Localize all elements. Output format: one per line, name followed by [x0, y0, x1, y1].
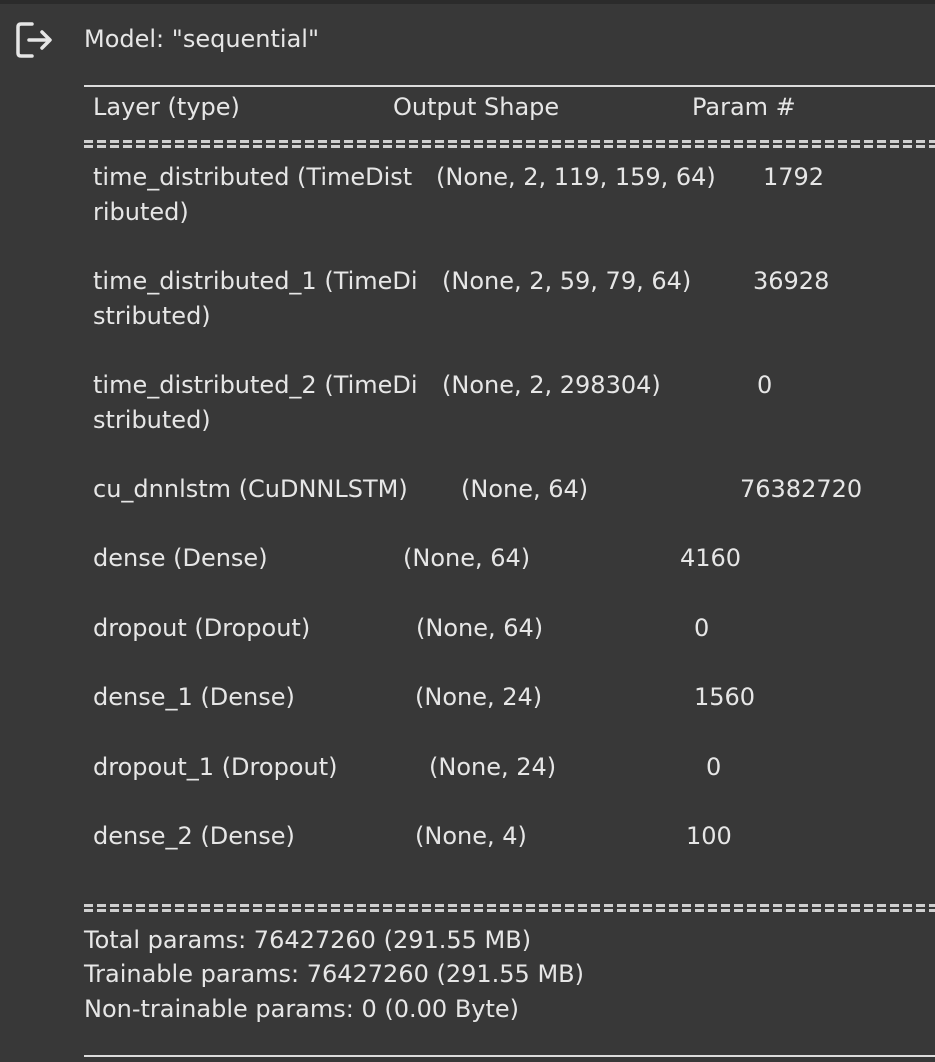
table-row-output-shape: (None, 4) — [415, 822, 527, 850]
table-row-layer: dropout_1 (Dropout) — [93, 753, 338, 781]
table-row-output-shape: (None, 2, 119, 159, 64) — [436, 163, 716, 191]
table-row-param-count: 100 — [686, 822, 732, 850]
table-row-layer: dense_1 (Dense) — [93, 683, 295, 711]
trainable-params: Trainable params: 76427260 (291.55 MB) — [84, 960, 584, 988]
column-header-output-shape: Output Shape — [393, 93, 560, 121]
column-header-param-count: Param # — [692, 93, 796, 121]
table-row-layer-wrap: stributed) — [93, 302, 211, 330]
header-double-rule — [84, 140, 935, 148]
table-row-param-count: 0 — [694, 614, 710, 642]
table-row-param-count: 76382720 — [740, 475, 863, 503]
table-row-param-count: 0 — [706, 753, 722, 781]
table-row-output-shape: (None, 24) — [429, 753, 557, 781]
table-row-output-shape: (None, 64) — [461, 475, 589, 503]
table-row-output-shape: (None, 64) — [416, 614, 544, 642]
table-row-layer: cu_dnnlstm (CuDNNLSTM) — [93, 475, 408, 503]
table-row-layer-wrap: ributed) — [93, 198, 189, 226]
header-top-rule — [84, 85, 935, 87]
summary-bottom-rule — [84, 1055, 935, 1057]
model-summary-output: Model: "sequential" Layer (type) Output … — [84, 0, 935, 1062]
column-header-layer: Layer (type) — [93, 93, 240, 121]
table-row-layer: dense_2 (Dense) — [93, 822, 295, 850]
total-params: Total params: 76427260 (291.55 MB) — [84, 926, 532, 954]
output-clear-icon[interactable] — [15, 20, 55, 60]
table-row-layer: time_distributed (TimeDist — [93, 163, 413, 191]
table-row-param-count: 1792 — [763, 163, 825, 191]
table-row-param-count: 0 — [757, 371, 773, 399]
non-trainable-params: Non-trainable params: 0 (0.00 Byte) — [84, 995, 520, 1023]
table-row-layer: time_distributed_1 (TimeDi — [93, 267, 418, 295]
table-row-output-shape: (None, 2, 298304) — [442, 371, 661, 399]
footer-double-rule — [84, 904, 935, 912]
model-title: Model: "sequential" — [84, 25, 319, 53]
table-row-param-count: 1560 — [694, 683, 756, 711]
table-row-layer: time_distributed_2 (TimeDi — [93, 371, 418, 399]
table-row-output-shape: (None, 24) — [415, 683, 543, 711]
table-row-layer: dense (Dense) — [93, 544, 268, 572]
table-row-param-count: 36928 — [753, 267, 830, 295]
table-row-output-shape: (None, 2, 59, 79, 64) — [442, 267, 692, 295]
output-clear-icon-glyph — [16, 22, 52, 58]
table-row-param-count: 4160 — [680, 544, 742, 572]
table-row-output-shape: (None, 64) — [403, 544, 531, 572]
table-row-layer: dropout (Dropout) — [93, 614, 311, 642]
table-row-layer-wrap: stributed) — [93, 406, 211, 434]
